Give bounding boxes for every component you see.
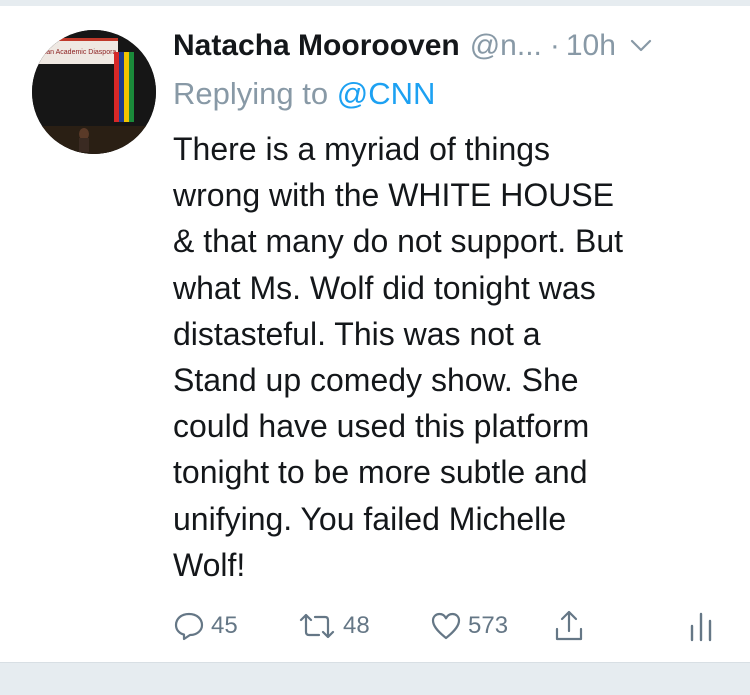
reply-count: 45 (211, 612, 238, 639)
tweet-text-line: tonight to be more subtle and (173, 454, 588, 491)
tweet-text-line: distasteful. This was not a (173, 315, 541, 352)
tweet-text: There is a myriad of things wrong with t… (173, 126, 733, 588)
svg-text:uritian Academic Diaspora: uritian Academic Diaspora (35, 49, 116, 56)
author-name[interactable]: Natacha Moorooven (173, 29, 460, 63)
reply-icon (174, 612, 204, 641)
reply-button[interactable]: 45 (173, 606, 238, 646)
chevron-down-icon[interactable] (630, 39, 652, 53)
tweet-text-line: There is a myriad of things (173, 131, 551, 167)
tweet-text-line: & that many do not support. But (173, 223, 624, 260)
retweet-icon (299, 613, 335, 639)
author-handle[interactable]: @n... (470, 29, 542, 63)
bottom-divider (0, 662, 750, 695)
avatar[interactable]: uritian Academic Diaspora (32, 30, 156, 154)
tweet-text-line: could have used this platform (173, 408, 590, 445)
timestamp[interactable]: 10h (566, 29, 616, 63)
replying-to: Replying to @CNN (173, 76, 435, 112)
heart-icon (431, 612, 461, 640)
tweet-text-line: unifying. You failed Michelle (173, 500, 567, 537)
tweet-text-line: wrong with the WHITE HOUSE (173, 177, 614, 214)
reply-mention-link[interactable]: @CNN (337, 76, 436, 111)
action-bar: 45 48 573 (173, 606, 733, 646)
share-icon (555, 610, 583, 641)
tweet-header: Natacha Moorooven @n... · 10h (173, 24, 733, 68)
tweet-text-line: Stand up comedy show. She (173, 362, 579, 399)
separator-dot: · (549, 29, 560, 62)
replying-to-label: Replying to (173, 76, 329, 111)
tweet-text-line: Wolf! (173, 546, 246, 583)
share-button[interactable] (553, 606, 585, 646)
retweet-button[interactable]: 48 (297, 606, 370, 646)
tweet-text-line: what Ms. Wolf did tonight was (173, 269, 596, 306)
analytics-button[interactable] (688, 606, 714, 646)
top-divider (0, 0, 750, 6)
like-count: 573 (468, 612, 509, 639)
like-button[interactable]: 573 (430, 606, 508, 646)
retweet-count: 48 (343, 612, 370, 639)
analytics-icon (690, 612, 712, 642)
